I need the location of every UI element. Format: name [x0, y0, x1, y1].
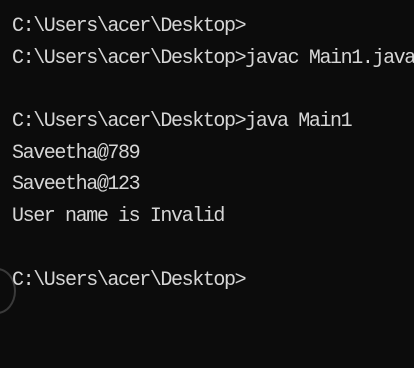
terminal-line-output: User name is Invalid	[12, 205, 225, 229]
terminal-line-prompt: C:\Users\acer\Desktop>	[12, 15, 247, 38]
terminal-line-current-prompt[interactable]: C:\Users\acer\Desktop>	[12, 265, 414, 297]
terminal-line-output: Saveetha@789	[12, 141, 141, 165]
terminal-output: C:\Users\acer\Desktop> C:\Users\acer\Des…	[12, 11, 414, 296]
console-window[interactable]: C:\Users\acer\Desktop> C:\Users\acer\Des…	[0, 0, 414, 368]
terminal-line-java-command: C:\Users\acer\Desktop>java Main1	[12, 110, 353, 134]
terminal-line-output: Saveetha@123	[12, 173, 141, 197]
terminal-line-javac-command: C:\Users\acer\Desktop>javac Main1.java	[12, 46, 414, 70]
